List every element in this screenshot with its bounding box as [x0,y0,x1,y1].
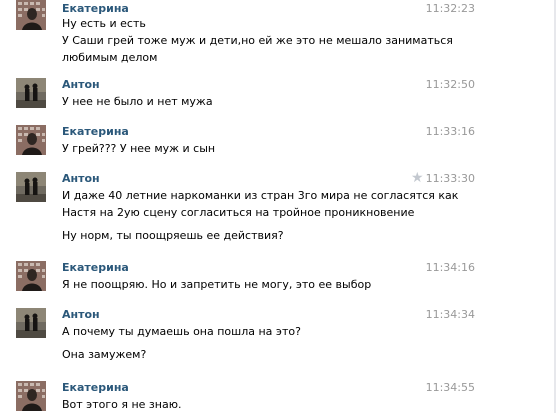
message-time[interactable]: 11:34:34 [426,308,475,322]
avatar-anton[interactable] [16,172,46,202]
avatar-ekaterina[interactable] [16,0,46,30]
author-name[interactable]: Антон [62,308,100,322]
author-name[interactable]: Антон [62,78,100,92]
author-name[interactable]: Екатерина [62,2,129,16]
message-text: У грей??? У нее муж и сын [62,142,216,155]
message-text: А почему ты думаешь она пошла на это? [62,325,301,338]
message-time[interactable]: 11:33:30 [426,172,475,186]
message-time[interactable]: 11:34:55 [426,381,475,395]
message-text: Я не поощряю. Но и запретить не могу, эт… [62,278,372,291]
message-text: Ну норм, ты поощряешь ее действия? [62,229,284,242]
avatar-anton[interactable] [16,308,46,338]
message-text: Ну есть и есть [62,17,146,30]
message-time[interactable]: 11:33:16 [426,125,475,139]
message-time[interactable]: 11:34:16 [426,261,475,275]
author-name[interactable]: Антон [62,172,100,186]
message-text: У нее не было и нет мужа [62,95,213,108]
message-text: И даже 40 летние наркоманки из стран 3го… [62,189,459,202]
message-text: Она замужем? [62,348,147,361]
author-name[interactable]: Екатерина [62,381,129,395]
message-text: У Саши грей тоже муж и дети,но ей же это… [62,34,453,47]
message-time[interactable]: 11:32:50 [426,78,475,92]
author-name[interactable]: Екатерина [62,125,129,139]
avatar-ekaterina[interactable] [16,381,46,411]
avatar-ekaterina[interactable] [16,261,46,291]
message-text: Вот этого я не знаю. [62,398,182,411]
avatar-anton[interactable] [16,78,46,108]
message-time[interactable]: 11:32:23 [426,2,475,16]
message-text: Настя на 2ую сцену согласиться на тройно… [62,206,415,219]
avatar-ekaterina[interactable] [16,125,46,155]
star-icon[interactable]: ★ [411,171,424,185]
message-text: любимым делом [62,51,158,64]
author-name[interactable]: Екатерина [62,261,129,275]
